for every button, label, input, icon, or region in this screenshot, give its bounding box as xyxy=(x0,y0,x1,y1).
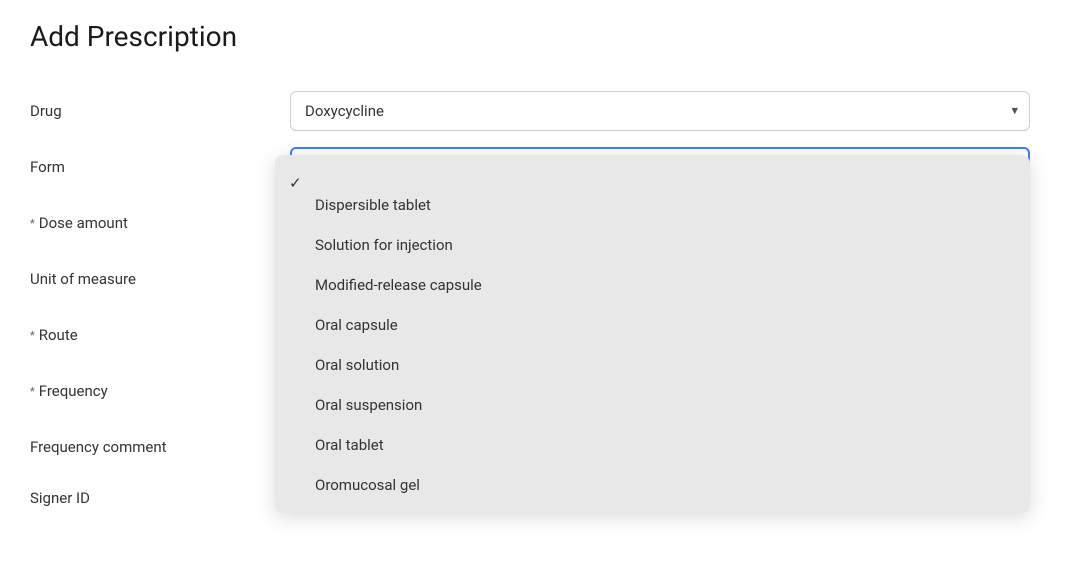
freq-comment-label: Frequency comment xyxy=(30,419,290,475)
dropdown-item-dispersible[interactable]: Dispersible tablet xyxy=(275,185,1030,225)
dropdown-item-oromucosal-gel[interactable]: Oromucosal gel xyxy=(275,465,1030,505)
dropdown-item-oral-tablet[interactable]: Oral tablet xyxy=(275,425,1030,465)
form-label: Form xyxy=(30,139,290,195)
form-dropdown: Dispersible tablet Solution for injectio… xyxy=(275,155,1030,513)
dropdown-item-oromucosal-gel-label: Oromucosal gel xyxy=(315,476,420,494)
dropdown-item-solution-injection-label: Solution for injection xyxy=(315,236,453,254)
dropdown-item-modified-release-label: Modified-release capsule xyxy=(315,276,482,294)
unit-label: Unit of measure xyxy=(30,251,290,307)
route-required-indicator: * xyxy=(30,329,35,342)
frequency-required-indicator: * xyxy=(30,385,35,398)
dropdown-item-empty[interactable] xyxy=(275,163,1030,185)
signer-label: Signer ID xyxy=(30,475,290,521)
dropdown-item-oral-capsule[interactable]: Oral capsule xyxy=(275,305,1030,345)
dropdown-item-oral-suspension[interactable]: Oral suspension xyxy=(275,385,1030,425)
route-label: * Route xyxy=(30,307,290,363)
frequency-label: * Frequency xyxy=(30,363,290,419)
dropdown-item-oral-solution-label: Oral solution xyxy=(315,356,399,374)
dropdown-item-oral-tablet-label: Oral tablet xyxy=(315,436,384,454)
page-title: Add Prescription xyxy=(30,20,1058,53)
dose-required-indicator: * xyxy=(30,217,35,230)
drug-label: Drug xyxy=(30,83,290,139)
dose-label: * Dose amount xyxy=(30,195,290,251)
dropdown-item-solution-injection[interactable]: Solution for injection xyxy=(275,225,1030,265)
drug-select-value: Doxycycline xyxy=(305,102,384,120)
dropdown-item-oral-solution[interactable]: Oral solution xyxy=(275,345,1030,385)
drug-select[interactable]: Doxycycline xyxy=(290,91,1030,131)
dropdown-item-oral-suspension-label: Oral suspension xyxy=(315,396,422,414)
dropdown-item-oral-capsule-label: Oral capsule xyxy=(315,316,398,334)
dropdown-item-dispersible-label: Dispersible tablet xyxy=(315,196,431,214)
drug-field-wrapper: Doxycycline ▾ xyxy=(290,83,1058,139)
dropdown-item-modified-release[interactable]: Modified-release capsule xyxy=(275,265,1030,305)
